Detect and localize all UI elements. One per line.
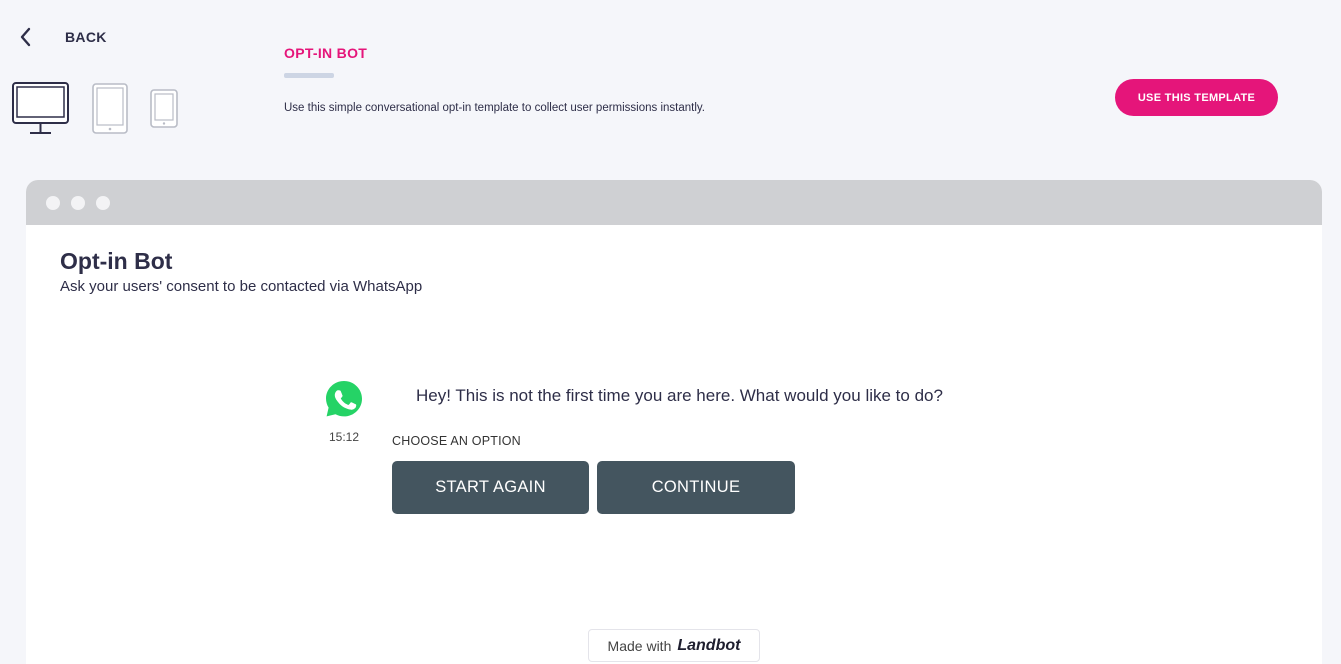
made-with-prefix: Made with <box>607 637 672 654</box>
message-time: 15:12 <box>328 430 360 444</box>
made-with-landbot-badge[interactable]: Made with Landbot <box>588 629 760 662</box>
page: BACK OPT-IN BOT Use this simple conversa… <box>0 0 1341 664</box>
tablet-icon[interactable] <box>92 83 128 135</box>
bot-title: Opt-in Bot <box>60 248 173 274</box>
landbot-logo: Landbot <box>677 636 741 654</box>
template-title: OPT-IN BOT <box>284 45 368 61</box>
chevron-left-icon <box>14 24 36 50</box>
browser-bar <box>26 180 1322 225</box>
start-again-button[interactable]: START AGAIN <box>392 461 589 514</box>
bot-subtitle: Ask your users' consent to be contacted … <box>60 278 423 295</box>
window-dot <box>46 195 60 210</box>
desktop-icon[interactable] <box>12 82 70 136</box>
bot-message: Hey! This is not the first time you are … <box>416 386 943 405</box>
template-description: Use this simple conversational opt-in te… <box>284 102 705 114</box>
window-dot <box>71 195 85 210</box>
title-underline <box>284 73 334 78</box>
use-template-button[interactable]: USE THIS TEMPLATE <box>1115 79 1278 116</box>
choose-option-label: CHOOSE AN OPTION <box>392 434 521 448</box>
back-button[interactable]: BACK <box>14 24 107 50</box>
window-dot <box>96 195 110 210</box>
browser-preview: Opt-in Bot Ask your users' consent to be… <box>26 180 1322 664</box>
continue-button[interactable]: CONTINUE <box>597 461 795 514</box>
back-label: BACK <box>65 29 107 45</box>
device-switcher <box>12 82 178 136</box>
phone-icon[interactable] <box>150 89 178 129</box>
whatsapp-icon <box>324 379 364 419</box>
